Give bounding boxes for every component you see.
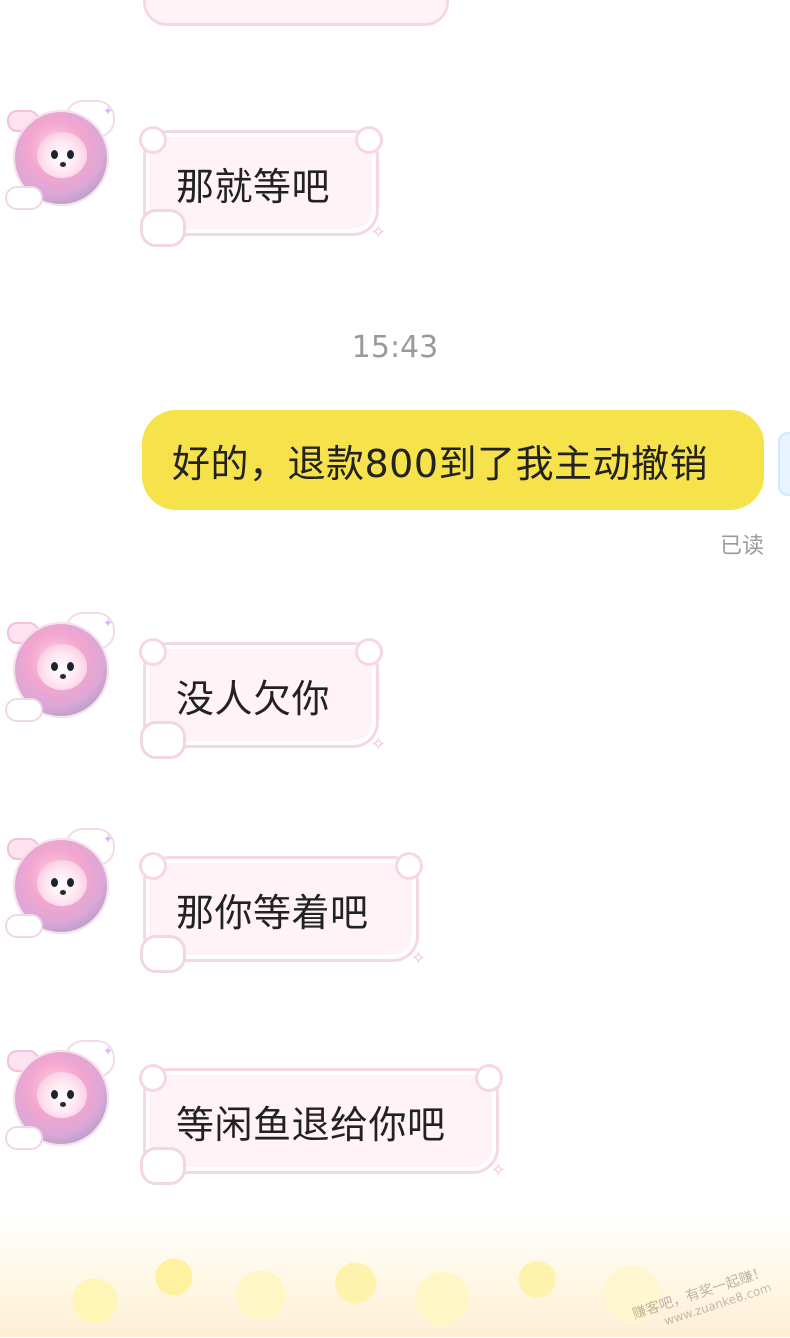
tulip-decoration-icon: [140, 1147, 186, 1185]
nose-icon: [60, 674, 66, 679]
pet-face-icon: [37, 644, 87, 690]
message-text: 那就等吧: [176, 164, 331, 209]
tulip-decoration-icon: [140, 721, 186, 759]
tulip-decoration-icon: [140, 935, 186, 973]
self-avatar-edge: [778, 432, 790, 496]
pet-face-icon: [37, 860, 87, 906]
outgoing-message-bubble[interactable]: 好的，退款800到了我主动撤销: [142, 410, 764, 510]
star-decoration-icon: ✧: [410, 948, 426, 969]
sender-avatar[interactable]: ✦: [5, 1040, 115, 1150]
eye-icon: [67, 878, 74, 887]
flower-decoration-icon: [5, 186, 43, 210]
chat-thread: ✦ 那就等吧 ✧ 15:43 好的，退款800到了我主动撤销 已读 ✦ 没人欠你…: [0, 0, 790, 1337]
sparkle-icon: ✦: [103, 832, 114, 846]
star-decoration-icon: ✧: [370, 222, 386, 243]
sparkle-icon: ✦: [103, 616, 114, 630]
eye-icon: [51, 150, 58, 159]
flower-decoration-icon: [5, 1126, 43, 1150]
incoming-message-bubble[interactable]: 那就等吧 ✧: [139, 126, 386, 247]
message-text: 没人欠你: [176, 676, 331, 721]
incoming-message-bubble[interactable]: 那你等着吧 ✧: [139, 852, 426, 973]
nose-icon: [60, 890, 66, 895]
watermark: 赚客吧，有奖一起赚！ www.zuanke8.com: [630, 1264, 773, 1338]
eye-icon: [67, 662, 74, 671]
read-status: 已读: [719, 534, 764, 559]
flower-decoration-icon: [5, 698, 43, 722]
message-text: 好的，退款800到了我主动撤销: [172, 441, 709, 486]
sender-avatar[interactable]: ✦: [5, 100, 115, 210]
message-text: 等闲鱼退给你吧: [176, 1102, 446, 1147]
star-decoration-icon: ✧: [490, 1160, 506, 1181]
star-decoration-icon: ✧: [370, 734, 386, 755]
message-text: 那你等着吧: [176, 890, 369, 935]
pet-face-icon: [37, 1072, 87, 1118]
pet-face-icon: [37, 132, 87, 178]
nose-icon: [60, 1102, 66, 1107]
tulip-decoration-icon: [140, 209, 186, 247]
sender-avatar[interactable]: ✦: [5, 828, 115, 938]
sender-avatar[interactable]: ✦: [5, 612, 115, 722]
eye-icon: [51, 1090, 58, 1099]
background-flowers: 赚客吧，有奖一起赚！ www.zuanke8.com: [0, 1217, 790, 1337]
eye-icon: [51, 878, 58, 887]
incoming-message-bubble[interactable]: 没人欠你 ✧: [139, 638, 386, 759]
incoming-message-bubble[interactable]: 等闲鱼退给你吧 ✧: [139, 1064, 506, 1185]
sparkle-icon: ✦: [103, 1044, 114, 1058]
eye-icon: [67, 150, 74, 159]
nose-icon: [60, 162, 66, 167]
eye-icon: [51, 662, 58, 671]
top-partial-bubble: [143, 0, 449, 26]
chat-timestamp: 15:43: [351, 330, 439, 365]
eye-icon: [67, 1090, 74, 1099]
sparkle-icon: ✦: [103, 104, 114, 118]
flower-decoration-icon: [5, 914, 43, 938]
